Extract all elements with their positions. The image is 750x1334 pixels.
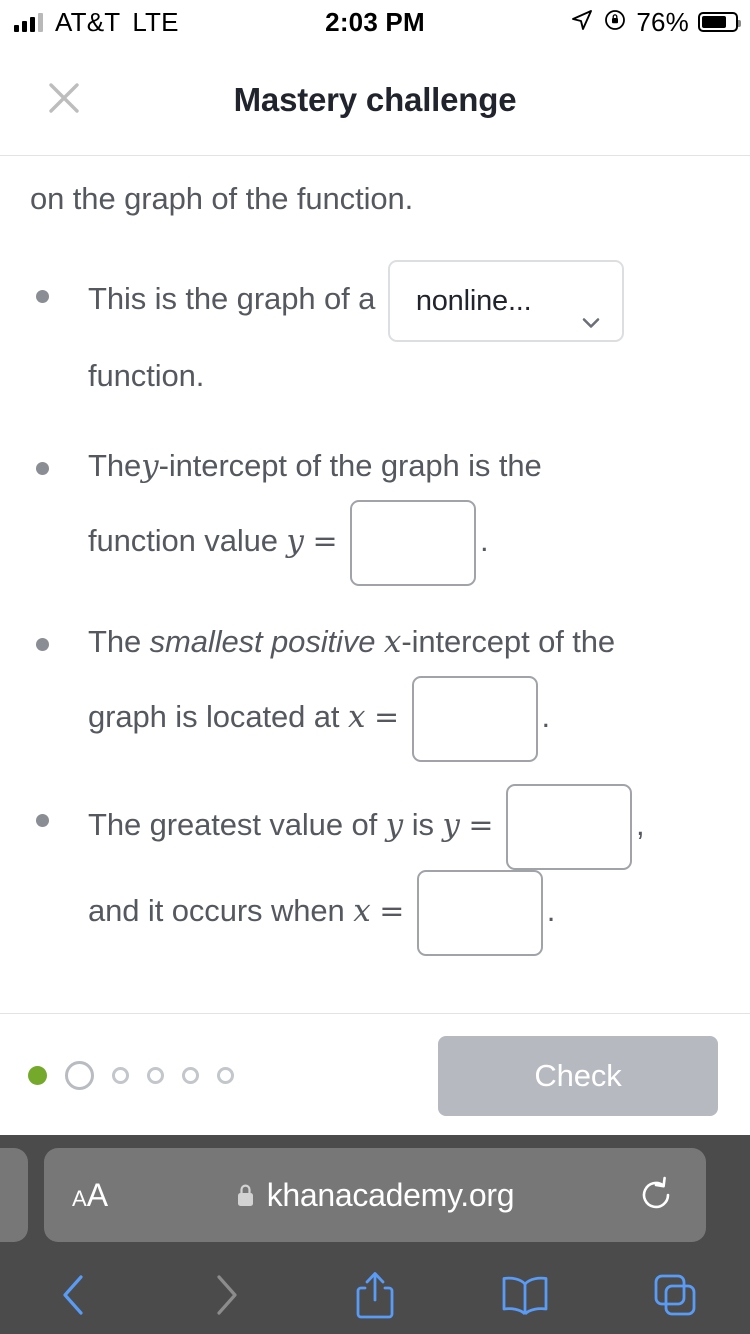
status-bar-right: 76% xyxy=(570,0,741,44)
bullet-4-var-y1: y xyxy=(385,807,404,844)
bullet-4-period: . xyxy=(546,893,556,929)
bullet-1-text-after: function. xyxy=(88,358,205,393)
greatest-y-x-location-input[interactable] xyxy=(416,870,543,956)
progress-dot-pending xyxy=(147,1066,164,1084)
bullet-3-line1-b: -intercept of the xyxy=(401,624,616,659)
tabs-button[interactable] xyxy=(600,1255,750,1334)
bullet-3-emphasis: smallest positive xyxy=(149,624,376,659)
progress-dot-pending xyxy=(182,1066,199,1084)
bullet-y-intercept: They-intercept of the graph is the funct… xyxy=(30,432,720,586)
location-arrow-icon xyxy=(570,8,594,37)
bullet-3-period: . xyxy=(541,699,551,735)
bullet-3-line1-a: The xyxy=(88,624,142,659)
browser-toolbar xyxy=(0,1255,750,1334)
bullet-1-text-before: This is the graph of a xyxy=(88,281,376,317)
bullet-4-line1-mid: is xyxy=(411,807,434,843)
bullet-2-line1-a: The xyxy=(88,448,142,483)
bullet-2-line1-b: -intercept of the graph is the xyxy=(158,448,542,483)
progress-dot-pending xyxy=(112,1066,129,1084)
prompt-text: on the graph of the function. xyxy=(30,181,414,216)
x-intercept-input[interactable] xyxy=(411,676,538,762)
bookmarks-button[interactable] xyxy=(450,1255,600,1334)
phone-screen: AT&T LTE 2:03 PM 76% Mastery challenge o… xyxy=(0,0,750,1334)
lock-icon xyxy=(236,1183,255,1208)
url-text: khanacademy.org xyxy=(266,1176,515,1213)
question-bullet-list: This is the graph of a nonline... functi… xyxy=(30,260,720,956)
share-button[interactable] xyxy=(300,1255,450,1334)
url-display[interactable]: khanacademy.org xyxy=(44,1177,706,1214)
bullet-4-line1-a: The greatest value of xyxy=(88,807,378,843)
bullet-function-type: This is the graph of a nonline... functi… xyxy=(30,260,720,410)
bullet-2-line2-var: y xyxy=(286,523,304,560)
progress-dot-pending xyxy=(217,1066,234,1084)
greatest-y-value-input[interactable] xyxy=(505,784,632,870)
bullet-4-var-y2: y xyxy=(442,807,460,844)
bullet-4-equals-2: = xyxy=(379,894,405,930)
function-type-value: nonline... xyxy=(415,285,532,317)
page-title: Mastery challenge xyxy=(233,80,517,118)
bullet-2-equals: = xyxy=(312,524,338,560)
battery-percent-label: 76% xyxy=(636,7,689,37)
bullet-2-period: . xyxy=(480,523,489,559)
app-header: Mastery challenge xyxy=(0,44,750,156)
adjacent-tab-sliver[interactable] xyxy=(0,1148,28,1242)
check-button[interactable]: Check xyxy=(438,1036,718,1116)
bullet-4-equals-1: = xyxy=(468,808,494,844)
exercise-scroll-area[interactable]: on the graph of the function. This is th… xyxy=(0,156,750,1013)
exercise-footer: Check xyxy=(0,1013,750,1135)
progress-dot-completed xyxy=(28,1065,47,1085)
function-type-select[interactable]: nonline... xyxy=(387,260,624,342)
bullet-3-line2-a: graph is located at xyxy=(88,699,340,735)
forward-button xyxy=(150,1255,300,1334)
bullet-4-comma: , xyxy=(635,807,645,843)
progress-dot-current xyxy=(65,1060,94,1090)
y-intercept-input[interactable] xyxy=(350,500,477,586)
bullet-2-line2-a: function value xyxy=(88,523,278,559)
bullet-3-var-x: x xyxy=(383,624,402,660)
bullet-3-line2-var: x xyxy=(347,699,366,736)
chevron-down-icon xyxy=(580,290,602,328)
bullet-4-var-x: x xyxy=(353,893,371,930)
url-bar[interactable]: AA khanacademy.org xyxy=(44,1148,706,1242)
back-button[interactable] xyxy=(0,1255,150,1334)
rotation-lock-icon xyxy=(603,8,627,37)
exercise-content: on the graph of the function. This is th… xyxy=(0,156,750,978)
battery-icon xyxy=(698,12,741,32)
progress-indicator xyxy=(28,1014,234,1136)
safari-browser-chrome: AA khanacademy.org xyxy=(0,1135,750,1334)
bullet-smallest-positive-x-intercept: The smallest positive x-intercept of the… xyxy=(30,608,720,762)
bullet-greatest-value-of-y: The greatest value of y is y = , and it … xyxy=(30,784,720,956)
bullet-3-equals: = xyxy=(373,700,399,736)
clock-label: 2:03 PM xyxy=(325,6,425,37)
reload-icon[interactable] xyxy=(636,1175,676,1215)
status-bar: AT&T LTE 2:03 PM 76% xyxy=(0,0,750,44)
bullet-2-var-y: y xyxy=(141,448,159,484)
bullet-4-line2-a: and it occurs when xyxy=(88,893,345,929)
